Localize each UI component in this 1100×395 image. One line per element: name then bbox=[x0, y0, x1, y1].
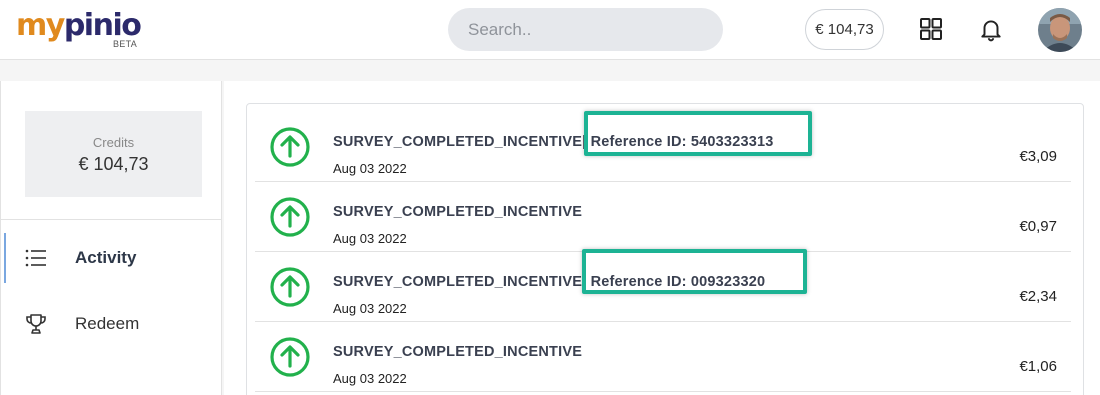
arrow-up-circle-icon bbox=[270, 337, 310, 377]
active-indicator bbox=[4, 233, 6, 283]
search-input[interactable] bbox=[448, 8, 723, 51]
transaction-row[interactable]: SURVEY_COMPLETED_INCENTIVE Aug 03 2022 €… bbox=[255, 182, 1071, 252]
notifications-button[interactable] bbox=[976, 14, 1006, 44]
transaction-date: Aug 03 2022 bbox=[333, 301, 407, 316]
main-content: SURVEY_COMPLETED_INCENTIVE | Reference ID… bbox=[224, 81, 1100, 395]
list-icon bbox=[24, 246, 48, 270]
arrow-up-circle-icon bbox=[270, 267, 310, 307]
transaction-date: Aug 03 2022 bbox=[333, 371, 407, 386]
transaction-row[interactable]: SURVEY_COMPLETED_INCENTIVE| Reference ID… bbox=[255, 112, 1071, 182]
grid-icon bbox=[920, 18, 942, 40]
sidebar-item-redeem[interactable]: Redeem bbox=[1, 299, 222, 349]
transaction-title: SURVEY_COMPLETED_INCENTIVE bbox=[333, 344, 583, 360]
transaction-title: SURVEY_COMPLETED_INCENTIVE| Reference ID… bbox=[333, 134, 774, 150]
credits-value: € 104,73 bbox=[78, 154, 149, 174]
sidebar-item-label: Activity bbox=[75, 248, 137, 267]
sidebar-item-activity[interactable]: Activity bbox=[1, 233, 222, 283]
mypinio-logo[interactable]: mypinio BETA bbox=[16, 8, 146, 52]
transaction-row[interactable]: SURVEY_COMPLETED_INCENTIVE Aug 03 2022 €… bbox=[255, 322, 1071, 392]
avatar-photo-icon bbox=[1038, 8, 1082, 52]
transactions-card: SURVEY_COMPLETED_INCENTIVE | Reference ID… bbox=[246, 103, 1084, 395]
transaction-date: Aug 03 2022 bbox=[333, 161, 407, 176]
apps-button[interactable] bbox=[916, 14, 946, 44]
sidebar: Credits € 104,73 Activity Redeem bbox=[0, 81, 222, 395]
arrow-up-circle-icon bbox=[270, 197, 310, 237]
transaction-date: Aug 03 2022 bbox=[333, 231, 407, 246]
transaction-row[interactable]: SURVEY_COMPLETED_INCENTIVE| Reference ID… bbox=[255, 252, 1071, 322]
transaction-amount: €2,34 bbox=[1019, 288, 1057, 305]
transaction-amount: €0,97 bbox=[1019, 218, 1057, 235]
credits-card: Credits € 104,73 bbox=[25, 111, 202, 197]
balance-button[interactable]: € 104,73 bbox=[805, 9, 884, 50]
credits-label: Credits bbox=[92, 135, 135, 150]
arrow-up-circle-icon bbox=[270, 127, 310, 167]
transaction-amount: €3,09 bbox=[1019, 148, 1057, 165]
reference-id: | Reference ID: 009323320 bbox=[582, 274, 766, 290]
transaction-title: SURVEY_COMPLETED_INCENTIVE| Reference ID… bbox=[333, 274, 766, 290]
transaction-amount: €1,06 bbox=[1019, 358, 1057, 375]
trophy-icon bbox=[24, 312, 48, 336]
user-avatar[interactable] bbox=[1038, 8, 1082, 52]
reference-id: | Reference ID: 5403323313 bbox=[582, 134, 774, 150]
sidebar-divider bbox=[1, 219, 221, 220]
top-bar: mypinio BETA € 104,73 bbox=[0, 0, 1100, 60]
bell-icon bbox=[981, 20, 1001, 42]
sidebar-item-label: Redeem bbox=[75, 314, 140, 333]
beta-badge: BETA bbox=[113, 39, 138, 49]
transaction-title: SURVEY_COMPLETED_INCENTIVE bbox=[333, 204, 583, 220]
